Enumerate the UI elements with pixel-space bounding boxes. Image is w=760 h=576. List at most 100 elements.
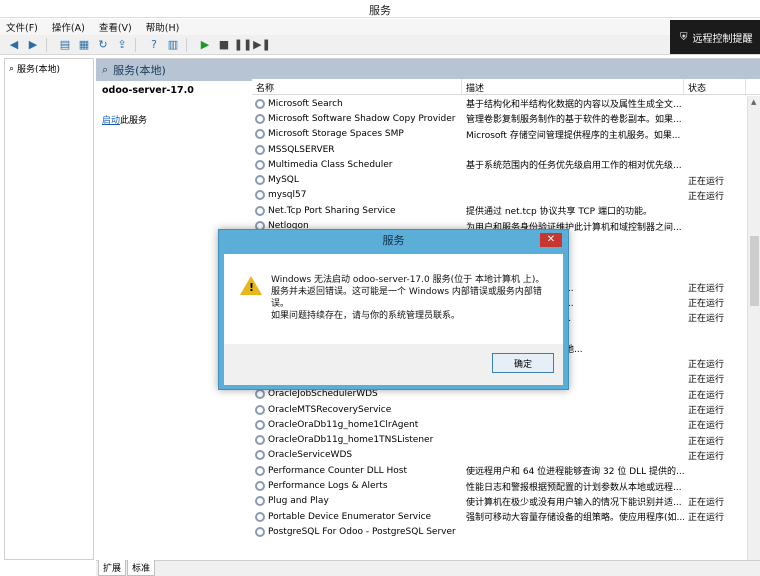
close-icon[interactable]: ✕ (540, 233, 562, 247)
dialog-message-line3: 如果问题持续存在，请与你的系统管理员联系。 (271, 311, 461, 321)
service-name: Multimedia Class Scheduler (268, 159, 393, 170)
service-status: 正在运行 (688, 390, 725, 401)
scroll-up-icon[interactable]: ▲ (751, 98, 756, 106)
help-icon[interactable]: ? (146, 37, 162, 53)
toolbar-separator (186, 37, 192, 52)
remote-control-label: 远程控制提醒 (692, 33, 753, 45)
table-row[interactable]: OracleOraDb11g_home1TNSListener 正在运行 (252, 433, 746, 448)
service-name-cell: Plug and Play (252, 496, 462, 507)
table-row[interactable]: Microsoft Search 基于结构化和半结构化数据的内容以及属性生成全文.… (252, 96, 746, 111)
service-name-cell: Net.Tcp Port Sharing Service (252, 205, 462, 216)
service-name: Plug and Play (268, 496, 329, 507)
panel-header: ⌕ 服务(本地) (96, 59, 760, 81)
tab-extended[interactable]: 扩展 (98, 560, 127, 576)
table-row[interactable]: MSSQLSERVER (252, 142, 746, 157)
service-description: 提供通过 net.tcp 协议共享 TCP 端口的功能。 (466, 207, 652, 218)
properties-icon[interactable]: ▦ (76, 37, 92, 53)
table-row[interactable]: Microsoft Storage Spaces SMP Microsoft 存储… (252, 127, 746, 142)
table-row[interactable]: Portable Device Enumerator Service 强制可移动大… (252, 509, 746, 524)
start-service-link[interactable]: 启动 (102, 116, 120, 126)
menu-help[interactable]: 帮助(H) (146, 20, 180, 34)
service-status: 正在运行 (688, 360, 725, 371)
search-icon: ⌕ (102, 63, 109, 76)
service-description: 管理卷影复制服务制作的基于软件的卷影副本。如果... (466, 115, 682, 126)
service-name-cell: Portable Device Enumerator Service (252, 511, 462, 522)
service-status: 正在运行 (688, 299, 725, 309)
dialog-title: 服务 (382, 234, 405, 247)
stop-service-icon[interactable]: ■ (216, 37, 232, 53)
service-description: 使计算机在极少或没有用户输入的情况下能识别并适... (466, 497, 682, 508)
show-pane-icon[interactable]: ▥ (165, 37, 181, 53)
start-service-suffix: 此服务 (120, 116, 148, 126)
column-description[interactable]: 描述 (462, 79, 684, 94)
service-name: OracleOraDb11g_home1TNSListener (268, 435, 434, 446)
table-row[interactable]: PostgreSQL For Odoo - PostgreSQL Server (252, 524, 746, 539)
column-status[interactable]: 状态 (684, 79, 746, 94)
table-row[interactable]: Plug and Play 使计算机在极少或没有用户输入的情况下能识别并适... 正… (252, 494, 746, 509)
console-tree-icon[interactable]: ▤ (57, 37, 73, 53)
dialog-message-line2: 服务并未返回错误。这可能是一个 Windows 内部错误或服务内部错误。 (271, 287, 542, 309)
pause-service-icon[interactable]: ❚❚ (234, 37, 252, 53)
column-name[interactable]: 名称 (252, 79, 462, 94)
remote-control-badge[interactable]: ⛨ 远程控制提醒 (670, 20, 760, 54)
service-name-cell: Microsoft Software Shadow Copy Provider (252, 113, 462, 124)
dialog-message: Windows 无法启动 odoo-server-17.0 服务(位于 本地计算… (271, 274, 556, 322)
service-gear-icon (255, 526, 265, 537)
service-gear-icon (255, 496, 265, 507)
service-gear-icon (255, 450, 265, 461)
shield-icon: ⛨ (680, 31, 688, 43)
table-row[interactable]: MySQL 正在运行 (252, 172, 746, 187)
table-row[interactable]: Performance Logs & Alerts 性能日志和警报根据预配置的计划… (252, 478, 746, 493)
tree-item-services-local[interactable]: ⌕ 服务(本地) (5, 59, 93, 78)
service-gear-icon (255, 190, 265, 201)
vertical-scrollbar[interactable]: ▲ (747, 96, 760, 561)
forward-arrow-icon[interactable]: ▶ (25, 37, 41, 53)
refresh-icon[interactable]: ↻ (95, 37, 111, 53)
service-gear-icon (255, 98, 265, 109)
service-status: 正在运行 (688, 283, 725, 294)
service-name: Microsoft Storage Spaces SMP (268, 129, 404, 140)
ok-button[interactable]: 确定 (492, 353, 554, 373)
back-arrow-icon[interactable]: ◀ (6, 37, 22, 53)
service-status: 正在运行 (688, 191, 725, 202)
service-status: 正在运行 (688, 421, 725, 432)
table-row[interactable]: OracleServiceWDS 正在运行 (252, 448, 746, 463)
service-name-cell: OracleJobSchedulerWDS (252, 389, 462, 400)
service-description: 基于结构化和半结构化数据的内容以及属性生成全文... (466, 100, 682, 111)
export-list-icon[interactable]: ⇪ (114, 37, 130, 53)
service-name-cell: OracleOraDb11g_home1TNSListener (252, 435, 462, 446)
service-status: 正在运行 (688, 375, 725, 386)
service-name-cell: Microsoft Search (252, 98, 462, 109)
service-gear-icon (255, 465, 265, 476)
service-gear-icon (255, 144, 265, 155)
service-name-cell: PostgreSQL For Odoo - PostgreSQL Server (252, 526, 462, 537)
service-description: 强制可移动大容量存储设备的组策略。使应用程序(如... (466, 513, 684, 524)
service-gear-icon (255, 205, 265, 216)
menu-file[interactable]: 文件(F) (6, 20, 38, 34)
menu-action[interactable]: 操作(A) (52, 20, 85, 34)
scrollbar-thumb[interactable] (750, 236, 759, 306)
table-row[interactable]: mysql57 正在运行 (252, 188, 746, 203)
service-name-cell: OracleServiceWDS (252, 450, 462, 461)
service-name: Microsoft Software Shadow Copy Provider (268, 113, 456, 124)
table-row[interactable]: Multimedia Class Scheduler 基于系统范围内的任务优先级启… (252, 157, 746, 172)
service-status: 正在运行 (688, 513, 725, 524)
service-status: 正在运行 (688, 406, 725, 417)
service-gear-icon (255, 129, 265, 140)
start-service-icon[interactable]: ▶ (197, 37, 213, 53)
table-row[interactable]: Microsoft Software Shadow Copy Provider 管… (252, 111, 746, 126)
table-row[interactable]: OracleOraDb11g_home1ClrAgent 正在运行 (252, 417, 746, 432)
panel-header-title: 服务(本地) (113, 64, 166, 77)
restart-service-icon[interactable]: ▶❚ (253, 37, 271, 53)
window-title: 服务 (369, 4, 391, 17)
service-name-cell: Multimedia Class Scheduler (252, 159, 462, 170)
tab-standard[interactable]: 标准 (127, 560, 156, 576)
search-icon: ⌕ (9, 63, 15, 74)
table-row[interactable]: OracleMTSRecoveryService 正在运行 (252, 402, 746, 417)
column-header: 名称 描述 状态 (252, 79, 760, 95)
service-name: MySQL (268, 175, 299, 186)
menu-view[interactable]: 查看(V) (99, 20, 132, 34)
service-name-cell: Microsoft Storage Spaces SMP (252, 129, 462, 140)
table-row[interactable]: Net.Tcp Port Sharing Service 提供通过 net.tcp… (252, 203, 746, 218)
table-row[interactable]: Performance Counter DLL Host 使远程用户和 64 位进… (252, 463, 746, 478)
